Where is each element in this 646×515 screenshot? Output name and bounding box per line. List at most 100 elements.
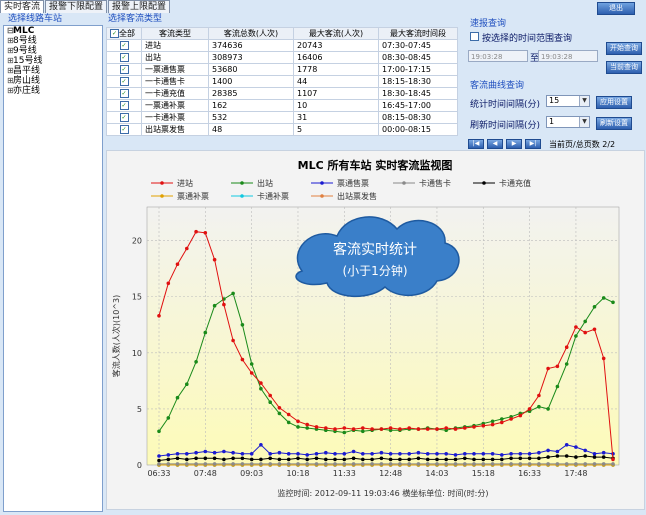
data-point bbox=[611, 462, 615, 466]
select-all-header[interactable]: ✓ 全部 bbox=[106, 27, 142, 40]
data-point bbox=[277, 411, 282, 416]
row-checkbox-cell[interactable]: ✓ bbox=[106, 111, 142, 124]
data-point bbox=[194, 450, 198, 455]
data-point bbox=[500, 453, 504, 457]
table-row[interactable]: ✓ 出站 308973 16406 08:30-08:45 bbox=[106, 51, 458, 64]
row-checkbox-cell[interactable]: ✓ bbox=[106, 39, 142, 52]
refresh-select[interactable]: 1 ▼ bbox=[546, 116, 590, 128]
row-checkbox-cell[interactable]: ✓ bbox=[106, 63, 142, 76]
tree-item-line[interactable]: ⊞ 8号线 bbox=[4, 36, 102, 46]
row-checkbox-cell[interactable]: ✓ bbox=[106, 87, 142, 100]
tree-item-line[interactable]: ⊞ 亦庄线 bbox=[4, 86, 102, 96]
tree-item-line[interactable]: ⊞ 昌平线 bbox=[4, 66, 102, 76]
data-point bbox=[259, 443, 263, 447]
interval-select[interactable]: 15 ▼ bbox=[546, 95, 590, 107]
row-checkbox[interactable]: ✓ bbox=[119, 113, 129, 122]
table-cell: 出站票发售 bbox=[141, 123, 209, 136]
tree-item-line[interactable]: ⊞ 房山线 bbox=[4, 76, 102, 86]
legend-label: 卡通补票 bbox=[257, 191, 289, 201]
row-checkbox-cell[interactable]: ✓ bbox=[106, 99, 142, 112]
refresh-settings-button[interactable]: 刷新设置 bbox=[596, 117, 632, 130]
data-point bbox=[601, 450, 606, 455]
legend-marker bbox=[320, 194, 324, 198]
data-point bbox=[157, 314, 161, 318]
data-point bbox=[203, 449, 208, 454]
tree-item-label: 15号线 bbox=[13, 56, 43, 66]
tab-bar: 实时客流 报警下限配置 报警上限配置 bbox=[0, 0, 171, 13]
tree-item-line[interactable]: ⊞ 9号线 bbox=[4, 46, 102, 56]
data-point bbox=[518, 456, 523, 461]
data-point bbox=[361, 457, 365, 462]
row-checkbox[interactable]: ✓ bbox=[119, 65, 129, 74]
data-point bbox=[490, 457, 495, 462]
data-point bbox=[583, 448, 587, 453]
interval-label: 统计时间间隔(分) bbox=[470, 100, 541, 110]
current-query-button[interactable]: 当前查询 bbox=[606, 61, 642, 74]
table-row[interactable]: ✓ 一票通补票 162 10 16:45-17:00 bbox=[106, 99, 458, 112]
table-cell: 532 bbox=[208, 111, 294, 124]
data-point bbox=[351, 427, 356, 431]
tab-realtime-flow[interactable]: 实时客流 bbox=[0, 0, 45, 13]
select-all-checkbox[interactable]: ✓ bbox=[110, 29, 119, 38]
table-row[interactable]: ✓ 一卡通充值 28385 1107 18:30-18:45 bbox=[106, 87, 458, 100]
data-point bbox=[157, 429, 161, 434]
data-point bbox=[537, 462, 541, 466]
apply-settings-button[interactable]: 应用设置 bbox=[596, 96, 632, 109]
table-cell: 374636 bbox=[208, 39, 294, 52]
table-row[interactable]: ✓ 一票通售票 53680 1778 17:00-17:15 bbox=[106, 63, 458, 76]
data-point bbox=[574, 325, 578, 329]
data-point bbox=[463, 456, 467, 461]
row-checkbox-cell[interactable]: ✓ bbox=[106, 75, 142, 88]
data-point bbox=[259, 462, 263, 466]
table-cell: 18:15-18:30 bbox=[378, 75, 458, 88]
first-page-button[interactable]: |◀ bbox=[468, 139, 484, 149]
report-query-title: 速报查询 bbox=[470, 19, 507, 29]
row-checkbox[interactable]: ✓ bbox=[119, 53, 129, 62]
tree-item-label: 亦庄线 bbox=[13, 86, 41, 96]
data-point bbox=[555, 384, 560, 389]
last-page-button[interactable]: ▶| bbox=[525, 139, 541, 149]
row-checkbox[interactable]: ✓ bbox=[119, 41, 129, 50]
next-page-button[interactable]: ▶ bbox=[506, 139, 522, 149]
table-row[interactable]: ✓ 出站票发售 48 5 00:00-08:15 bbox=[106, 123, 458, 136]
prev-page-button[interactable]: ◀ bbox=[487, 139, 503, 149]
table-row[interactable]: ✓ 一卡通售卡 1400 44 18:15-18:30 bbox=[106, 75, 458, 88]
row-checkbox[interactable]: ✓ bbox=[119, 77, 129, 86]
start-time-input[interactable]: 19:03:28 bbox=[468, 50, 528, 62]
table-cell: 进站 bbox=[141, 39, 209, 52]
row-checkbox[interactable]: ✓ bbox=[119, 101, 129, 110]
data-point bbox=[601, 356, 606, 361]
tree-item-line[interactable]: ⊞ 15号线 bbox=[4, 56, 102, 66]
table-row[interactable]: ✓ 进站 374636 20743 07:30-07:45 bbox=[106, 39, 458, 52]
chart-legend: 进站 出站 票通售票 卡通售卡 卡通充值票通补票 卡通补票 出站票发售 bbox=[151, 178, 531, 201]
row-checkbox-cell[interactable]: ✓ bbox=[106, 51, 142, 64]
data-point bbox=[564, 462, 569, 466]
data-point bbox=[379, 427, 384, 431]
data-point bbox=[314, 462, 319, 466]
data-point bbox=[296, 425, 300, 429]
row-checkbox-cell[interactable]: ✓ bbox=[106, 123, 142, 136]
tree-root[interactable]: ⊟ MLC bbox=[4, 26, 102, 36]
data-point bbox=[564, 345, 569, 349]
data-point bbox=[398, 462, 402, 466]
data-point bbox=[388, 426, 393, 430]
legend-marker bbox=[482, 181, 486, 185]
start-query-button[interactable]: 开始查询 bbox=[606, 42, 642, 55]
data-point bbox=[342, 457, 347, 462]
curve-query-title: 客流曲线查询 bbox=[470, 81, 525, 91]
data-point bbox=[555, 364, 560, 369]
legend-label: 进站 bbox=[177, 178, 193, 188]
row-checkbox[interactable]: ✓ bbox=[119, 89, 129, 98]
tab-alarm-upper-config[interactable]: 报警上限配置 bbox=[108, 0, 171, 13]
data-point bbox=[240, 452, 245, 456]
row-checkbox[interactable]: ✓ bbox=[119, 125, 129, 134]
table-row[interactable]: ✓ 一卡通补票 532 31 08:15-08:30 bbox=[106, 111, 458, 124]
data-point bbox=[268, 456, 272, 461]
data-point bbox=[611, 457, 615, 462]
legend-marker bbox=[160, 194, 164, 198]
end-time-input[interactable]: 19:03:28 bbox=[538, 50, 598, 62]
data-point bbox=[240, 462, 245, 466]
data-point bbox=[259, 457, 263, 462]
time-range-checkbox[interactable] bbox=[470, 32, 479, 41]
tab-alarm-lower-config[interactable]: 报警下限配置 bbox=[45, 0, 108, 13]
